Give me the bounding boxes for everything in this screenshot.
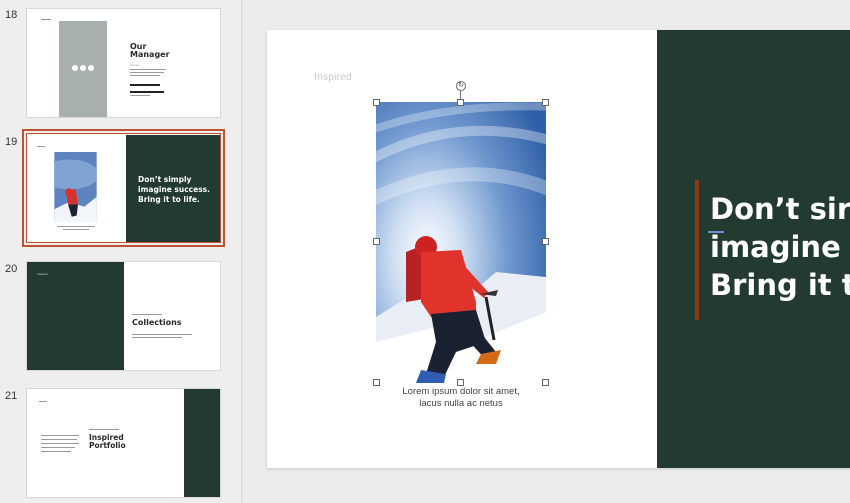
slide-thumbnail-21[interactable]: Inspired Portfolio [26, 388, 221, 498]
resize-handle[interactable] [373, 99, 380, 106]
climber-photo-thumb [54, 152, 97, 222]
slide-thumbnail-18[interactable]: Our Manager Homes [26, 8, 221, 118]
accent-bar [695, 180, 699, 320]
thumb-headline: Don’t simply imagine success. Bring it t… [138, 175, 210, 204]
slide-number: 21 [5, 390, 18, 402]
rotate-icon[interactable]: ↻ [456, 81, 466, 91]
slide-thumbnail-19[interactable]: Don’t simply imagine success. Bring it t… [22, 129, 225, 247]
photo-caption[interactable]: Lorem ipsum dolor sit amet, lacus nulla … [376, 386, 546, 410]
people-icon [72, 65, 94, 73]
slide-number: 19 [5, 136, 18, 148]
thumb-subtitle: Homes [130, 63, 140, 67]
slide-thumbnail-panel[interactable]: 18 Our Manager Homes 19 Don’t simply ima… [0, 0, 242, 503]
thumb-green-panel: Don’t simply imagine success. Bring it t… [126, 135, 220, 242]
slide-label: Inspired [314, 72, 352, 83]
slide-number: 18 [5, 9, 18, 21]
thumb-title: Collections [132, 318, 182, 327]
resize-handle[interactable] [542, 379, 549, 386]
thumb-title: Inspired Portfolio [89, 433, 126, 450]
text-cursor [708, 231, 724, 233]
resize-handle[interactable] [457, 379, 464, 386]
climber-photo[interactable] [376, 102, 546, 383]
slide-thumbnail-20[interactable]: Inspired Collections [26, 261, 221, 371]
current-slide[interactable]: Inspired ↻ Lorem ipsum dolor sit amet, l… [267, 30, 850, 468]
resize-handle[interactable] [542, 238, 549, 245]
resize-handle[interactable] [373, 379, 380, 386]
slide-editor-canvas[interactable]: Inspired ↻ Lorem ipsum dolor sit amet, l… [243, 0, 850, 503]
resize-handle[interactable] [457, 99, 464, 106]
slide-number: 20 [5, 263, 18, 275]
thumb-title: Our Manager [130, 42, 170, 60]
resize-handle[interactable] [542, 99, 549, 106]
resize-handle[interactable] [373, 238, 380, 245]
placeholder-image [59, 21, 107, 117]
headline-text[interactable]: Don’t sir imagine Bring it to [710, 190, 850, 304]
thumb-green-panel: Inspired [27, 262, 124, 370]
thumb-green-panel [184, 389, 220, 497]
